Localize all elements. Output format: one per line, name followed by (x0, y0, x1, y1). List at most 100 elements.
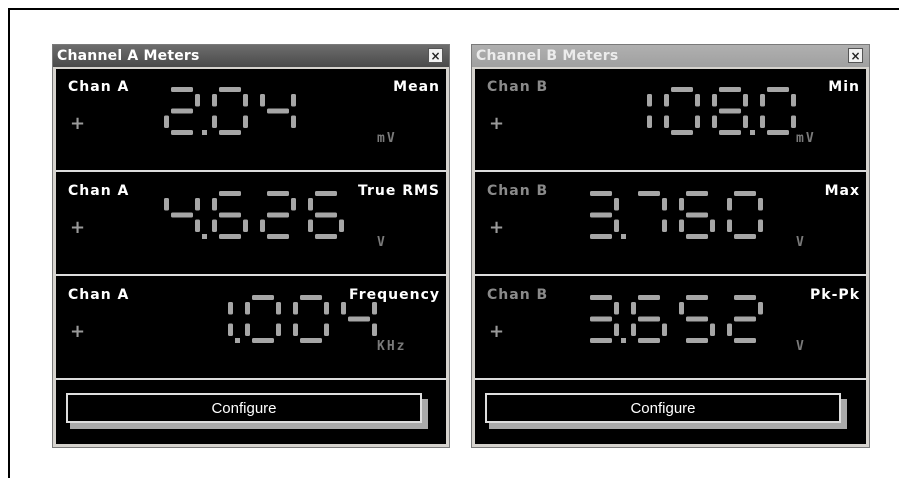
digit (164, 198, 200, 232)
segment-e (727, 219, 732, 232)
segment-c (647, 115, 652, 128)
window-titlebar[interactable]: Channel B Meters × (472, 45, 869, 67)
digit (164, 87, 200, 135)
meter-panel-mean: Chan A Mean + mV (56, 69, 446, 172)
segment-c (662, 323, 667, 336)
segment-a (638, 295, 660, 300)
segment-a (671, 87, 693, 92)
configure-area: Configure (475, 381, 866, 444)
digit (228, 302, 233, 336)
segment-a (767, 87, 789, 92)
segment-a (219, 191, 241, 196)
segment-b (758, 198, 763, 211)
segment-f (164, 198, 169, 211)
segment-d (767, 130, 789, 135)
configure-button[interactable]: Configure (485, 393, 841, 423)
configure-button[interactable]: Configure (66, 393, 422, 423)
digit (212, 191, 248, 239)
segment-a (638, 191, 660, 196)
segment-d (300, 338, 322, 343)
segment-f (664, 94, 669, 107)
segment-c (324, 323, 329, 336)
segment-f (727, 198, 732, 211)
segment-d (686, 234, 708, 239)
decimal-point (621, 338, 626, 343)
digit (260, 94, 296, 128)
segment-g (719, 108, 741, 114)
segment-c (662, 219, 667, 232)
segment-d (719, 130, 741, 135)
segment-g (267, 212, 289, 218)
segment-b (614, 302, 619, 315)
segment-b (662, 198, 667, 211)
segment-b (195, 94, 200, 107)
segment-b (243, 94, 248, 107)
segment-g (219, 212, 241, 218)
decimal-point (750, 130, 755, 135)
segment-e (631, 323, 636, 336)
segment-b (372, 302, 377, 315)
segment-e (308, 219, 313, 232)
decimal-point (202, 130, 207, 135)
segment-a (734, 295, 756, 300)
segment-b (228, 302, 233, 315)
window-title: Channel A Meters (57, 48, 200, 64)
segment-g (171, 108, 193, 114)
segment-b (758, 302, 763, 315)
segment-f (341, 302, 346, 315)
segment-f (308, 198, 313, 211)
segment-g (686, 212, 708, 218)
segment-c (758, 219, 763, 232)
meter-display: Chan A Mean + mV Chan A True RMS + V Cha… (56, 69, 446, 444)
reading-value (590, 191, 763, 239)
meter-panel-true-rms: Chan A True RMS + V (56, 173, 446, 276)
segment-f (212, 198, 217, 211)
segment-a (686, 191, 708, 196)
meter-panel-frequency: Chan A Frequency + KHz (56, 277, 446, 380)
segment-d (315, 234, 337, 239)
digit (590, 295, 619, 343)
segment-a (590, 191, 612, 196)
segment-d (734, 234, 756, 239)
digit (212, 87, 248, 135)
digit (679, 191, 715, 239)
segment-a (686, 295, 708, 300)
segment-b (291, 198, 296, 211)
segment-b (195, 198, 200, 211)
meter-panel-max: Chan B Max + V (475, 173, 866, 276)
segment-c (743, 115, 748, 128)
unit-label: V (377, 235, 387, 250)
segment-a (590, 295, 612, 300)
meter-display: Chan B Min + mV Chan B Max + V Chan B Pk… (475, 69, 866, 444)
digit (664, 87, 700, 135)
segment-c (195, 219, 200, 232)
segment-a (315, 191, 337, 196)
segment-a (267, 191, 289, 196)
unit-label: V (796, 235, 806, 250)
close-icon[interactable]: × (848, 48, 863, 63)
segment-c (710, 323, 715, 336)
digit (293, 295, 329, 343)
segment-a (719, 87, 741, 92)
unit-label: V (796, 339, 806, 354)
segment-b (695, 94, 700, 107)
segment-f (631, 302, 636, 315)
reading-value (590, 295, 763, 343)
segment-c (243, 115, 248, 128)
segment-c (372, 323, 377, 336)
segment-g (315, 212, 337, 218)
segment-e (664, 115, 669, 128)
segment-e (293, 323, 298, 336)
segment-a (252, 295, 274, 300)
segment-d (219, 234, 241, 239)
segment-d (734, 338, 756, 343)
close-icon[interactable]: × (428, 48, 443, 63)
reading-value (228, 295, 377, 343)
segment-e (245, 323, 250, 336)
segment-d (686, 338, 708, 343)
segment-c (695, 115, 700, 128)
window-titlebar[interactable]: Channel A Meters × (53, 45, 449, 67)
reading-value (164, 191, 344, 239)
segment-b (614, 198, 619, 211)
segment-b (291, 94, 296, 107)
